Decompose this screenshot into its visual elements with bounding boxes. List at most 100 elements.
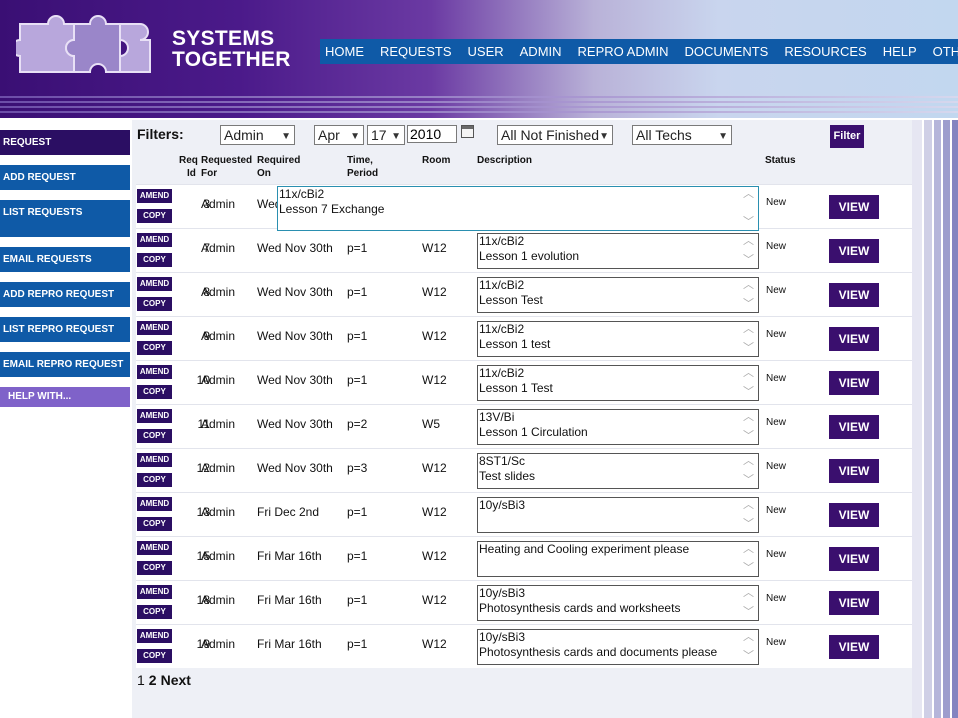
scroll-up-icon[interactable]: ︿ (743, 544, 754, 555)
year-input[interactable]: 2010 (407, 125, 457, 143)
scroll-up-icon[interactable]: ︿ (743, 632, 754, 643)
description-textarea[interactable]: 10y/sBi3 Photosynthesis cards and documen… (477, 629, 759, 665)
puzzle-logo[interactable] (11, 14, 156, 78)
copy-button[interactable]: COPY (137, 561, 172, 575)
scroll-down-icon[interactable]: ﹀ (743, 475, 754, 486)
description-textarea[interactable]: 11x/cBi2 Lesson 1 evolution ︿ ﹀ (477, 233, 759, 269)
description-textarea[interactable]: 11x/cBi2 Lesson Test ︿ ﹀ (477, 277, 759, 313)
scroll-down-icon[interactable]: ﹀ (743, 431, 754, 442)
copy-button[interactable]: COPY (137, 517, 172, 531)
description-textarea[interactable]: 13V/Bi Lesson 1 Circulation ︿ ﹀ (477, 409, 759, 445)
scroll-down-icon[interactable]: ﹀ (743, 299, 754, 310)
nav-other[interactable]: OTHER (925, 44, 958, 59)
view-button[interactable]: VIEW (829, 239, 879, 263)
scroll-up-icon[interactable]: ︿ (743, 280, 754, 291)
nav-admin[interactable]: ADMIN (512, 44, 570, 59)
description-textarea[interactable]: 10y/sBi3 Photosynthesis cards and workshe… (477, 585, 759, 621)
view-button[interactable]: VIEW (829, 503, 879, 527)
view-button[interactable]: VIEW (829, 547, 879, 571)
scroll-up-icon[interactable]: ︿ (743, 456, 754, 467)
copy-button[interactable]: COPY (137, 297, 172, 311)
scroll-up-icon[interactable]: ︿ (743, 588, 754, 599)
status-filter-select[interactable]: All Not Finished ▼ (497, 125, 613, 145)
filter-button[interactable]: Filter (830, 125, 864, 148)
view-button[interactable]: VIEW (829, 635, 879, 659)
amend-button[interactable]: AMEND (137, 189, 172, 203)
copy-button[interactable]: COPY (137, 605, 172, 619)
scroll-down-icon[interactable]: ﹀ (743, 563, 754, 574)
nav-help[interactable]: HELP (875, 44, 925, 59)
copy-button[interactable]: COPY (137, 341, 172, 355)
view-button[interactable]: VIEW (829, 371, 879, 395)
sidebar-item-help-with[interactable]: HELP WITH... (0, 387, 130, 407)
view-button[interactable]: VIEW (829, 415, 879, 439)
page-1-link[interactable]: 1 (137, 672, 145, 688)
view-button[interactable]: VIEW (829, 459, 879, 483)
page-2-link[interactable]: 2 (149, 672, 157, 688)
nav-documents[interactable]: DOCUMENTS (677, 44, 777, 59)
scroll-down-icon[interactable]: ﹀ (743, 651, 754, 662)
calendar-icon[interactable] (461, 125, 474, 138)
view-button[interactable]: VIEW (829, 283, 879, 307)
copy-button[interactable]: COPY (137, 473, 172, 487)
techs-filter-select[interactable]: All Techs ▼ (632, 125, 732, 145)
sidebar-item-email-repro-request[interactable]: EMAIL REPRO REQUEST (0, 352, 130, 377)
amend-button[interactable]: AMEND (137, 629, 172, 643)
amend-button[interactable]: AMEND (137, 365, 172, 379)
copy-button[interactable]: COPY (137, 649, 172, 663)
view-button[interactable]: VIEW (829, 195, 879, 219)
chevron-down-icon: ▼ (599, 131, 609, 142)
view-button[interactable]: VIEW (829, 591, 879, 615)
requested-for: Admin (201, 417, 236, 431)
scroll-up-icon[interactable]: ︿ (743, 236, 754, 247)
amend-button[interactable]: AMEND (137, 497, 172, 511)
scroll-down-icon[interactable]: ﹀ (743, 387, 754, 398)
sidebar-item-list-requests[interactable]: LIST REQUESTS (0, 200, 130, 237)
scroll-down-icon[interactable]: ﹀ (743, 607, 754, 618)
amend-button[interactable]: AMEND (137, 321, 172, 335)
scroll-down-icon[interactable]: ﹀ (743, 343, 754, 354)
nav-repro-admin[interactable]: REPRO ADMIN (570, 44, 677, 59)
scroll-up-icon[interactable]: ︿ (743, 412, 754, 423)
amend-button[interactable]: AMEND (137, 585, 172, 599)
amend-button[interactable]: AMEND (137, 453, 172, 467)
amend-button[interactable]: AMEND (137, 409, 172, 423)
next-page-link[interactable]: Next (161, 672, 191, 688)
col-required-on: Required On (257, 154, 300, 180)
scroll-up-icon[interactable]: ︿ (743, 368, 754, 379)
copy-button[interactable]: COPY (137, 385, 172, 399)
copy-button[interactable]: COPY (137, 253, 172, 267)
day-select[interactable]: 17 ▼ (367, 125, 405, 145)
copy-button[interactable]: COPY (137, 209, 172, 223)
nav-requests[interactable]: REQUESTS (372, 44, 460, 59)
sidebar-item-email-requests[interactable]: EMAIL REQUESTS (0, 247, 130, 272)
scroll-up-icon[interactable]: ︿ (743, 324, 754, 335)
description-textarea[interactable]: 11x/cBi2 Lesson 1 Test ︿ ﹀ (477, 365, 759, 401)
amend-button[interactable]: AMEND (137, 541, 172, 555)
copy-button[interactable]: COPY (137, 429, 172, 443)
sidebar-item-request[interactable]: REQUEST (0, 130, 130, 155)
scroll-down-icon[interactable]: ﹀ (743, 217, 754, 228)
scroll-down-icon[interactable]: ﹀ (743, 255, 754, 266)
scroll-up-icon[interactable]: ︿ (743, 500, 754, 511)
nav-resources[interactable]: RESOURCES (776, 44, 874, 59)
nav-user[interactable]: USER (460, 44, 512, 59)
nav-home[interactable]: HOME (320, 44, 372, 59)
user-filter-select[interactable]: Admin ▼ (220, 125, 295, 145)
chevron-down-icon: ▼ (718, 131, 728, 142)
sidebar-item-add-request[interactable]: ADD REQUEST (0, 165, 130, 190)
sidebar-item-add-repro-request[interactable]: ADD REPRO REQUEST (0, 282, 130, 307)
description-textarea[interactable]: 8ST1/Sc Test slides ︿ ﹀ (477, 453, 759, 489)
time-period: p=3 (347, 461, 368, 475)
view-button[interactable]: VIEW (829, 327, 879, 351)
description-textarea[interactable]: Heating and Cooling experiment please ︿ ﹀ (477, 541, 759, 577)
month-select[interactable]: Apr ▼ (314, 125, 364, 145)
description-textarea[interactable]: 11x/cBi2 Lesson 1 test ︿ ﹀ (477, 321, 759, 357)
description-textarea[interactable]: 10y/sBi3 ︿ ﹀ (477, 497, 759, 533)
description-textarea[interactable]: 11x/cBi2 Lesson 7 Exchange ︿ ﹀ (277, 186, 759, 231)
amend-button[interactable]: AMEND (137, 277, 172, 291)
amend-button[interactable]: AMEND (137, 233, 172, 247)
scroll-up-icon[interactable]: ︿ (743, 189, 754, 200)
sidebar-item-list-repro-request[interactable]: LIST REPRO REQUEST (0, 317, 130, 342)
scroll-down-icon[interactable]: ﹀ (743, 519, 754, 530)
